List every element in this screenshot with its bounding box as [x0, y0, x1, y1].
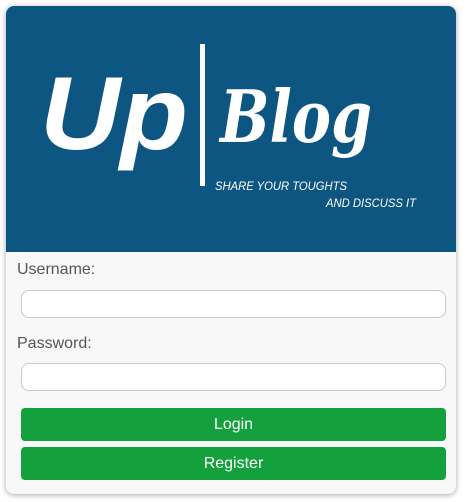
username-input[interactable]	[21, 290, 446, 318]
logo-banner: Up Blog SHARE YOUR TOUGHTS AND DISCUSS I…	[6, 6, 456, 252]
login-button[interactable]: Login	[21, 408, 446, 441]
logo-blog-text: Blog	[218, 74, 372, 159]
logo-tagline-line1: SHARE YOUR TOUGHTS	[215, 179, 347, 193]
register-button[interactable]: Register	[21, 447, 446, 480]
username-label: Username:	[17, 261, 96, 278]
login-card: Up Blog SHARE YOUR TOUGHTS AND DISCUSS I…	[6, 6, 456, 494]
logo-divider	[200, 44, 205, 186]
password-input[interactable]	[21, 363, 446, 391]
upblog-logo: Up Blog SHARE YOUR TOUGHTS AND DISCUSS I…	[40, 44, 418, 210]
logo-tagline-line2: AND DISCUSS IT	[325, 196, 417, 210]
logo-up-text: Up	[40, 56, 188, 172]
password-label: Password:	[17, 335, 92, 352]
